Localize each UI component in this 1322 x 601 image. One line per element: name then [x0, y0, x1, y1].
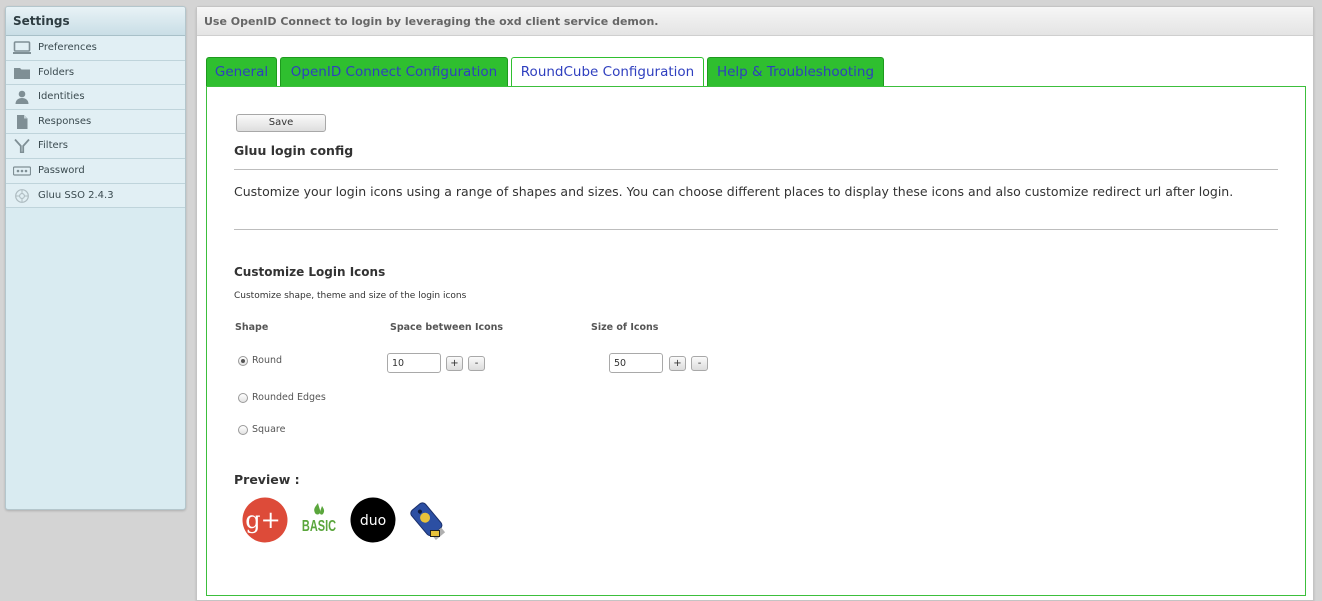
size-column-header: Size of Icons — [591, 322, 659, 333]
shape-option-label: Square — [252, 424, 286, 435]
icons-heading: Customize Login Icons — [234, 265, 386, 279]
sidebar-item-password[interactable]: Password — [6, 158, 185, 184]
radio-button[interactable] — [238, 392, 248, 403]
shape-option-round[interactable]: Round — [238, 355, 282, 369]
tab-openid-connect-configuration[interactable]: OpenID Connect Configuration — [280, 57, 508, 87]
basic-icon-text: BASIC — [302, 517, 336, 534]
divider — [234, 169, 1278, 170]
shape-option-rounded-edges[interactable]: Rounded Edges — [238, 392, 326, 406]
preview-label: Preview : — [234, 472, 300, 487]
sidebar-item-filters[interactable]: Filters — [6, 134, 185, 159]
shape-option-label: Round — [252, 355, 283, 366]
shape-option-label: Rounded Edges — [252, 392, 326, 403]
size-decrement-button[interactable]: - — [691, 356, 708, 371]
sidebar-item-label: Identities — [38, 91, 85, 103]
size-increment-button[interactable]: + — [669, 356, 686, 371]
main-panel: Use OpenID Connect to login by leveragin… — [196, 6, 1314, 601]
duo-icon: duo — [350, 497, 396, 543]
space-between-icons-input[interactable] — [387, 353, 441, 373]
sidebar-item-folders[interactable]: Folders — [6, 60, 185, 86]
filter-icon — [13, 139, 31, 154]
sidebar-item-label: Responses — [38, 115, 92, 127]
icon-size-input[interactable] — [609, 353, 663, 373]
sidebar-title: Settings — [6, 7, 185, 36]
google-plus-icon-text: g+ — [245, 506, 280, 534]
sidebar-item-gluu-sso[interactable]: Gluu SSO 2.4.3 — [6, 183, 185, 209]
sidebar-item-responses[interactable]: Responses — [6, 109, 185, 135]
sidebar-item-label: Preferences — [38, 42, 97, 53]
sidebar-item-label: Password — [38, 164, 85, 176]
sidebar-item-preferences[interactable]: Preferences — [6, 36, 185, 61]
sidebar-item-label: Folders — [38, 66, 75, 78]
folder-icon — [13, 66, 31, 80]
radio-button[interactable] — [238, 424, 248, 435]
shape-column-header: Shape — [235, 322, 269, 333]
space-decrement-button[interactable]: - — [468, 356, 485, 371]
sidebar-item-identities[interactable]: Identities — [6, 85, 185, 110]
config-description: Customize your login icons using a range… — [234, 184, 1234, 199]
u2f-key-icon — [410, 502, 446, 540]
person-icon — [13, 90, 31, 105]
duo-icon-text: duo — [360, 513, 386, 529]
password-icon — [13, 164, 31, 178]
icons-subheading: Customize shape, theme and size of the l… — [234, 291, 467, 301]
google-plus-icon: g+ — [242, 497, 288, 543]
page-description: Use OpenID Connect to login by leveragin… — [197, 7, 1313, 36]
divider — [234, 229, 1278, 230]
document-icon — [13, 114, 31, 129]
shape-option-square[interactable]: Square — [238, 424, 285, 438]
tab-content: Save Gluu login config Customize your lo… — [206, 86, 1306, 596]
save-button[interactable]: Save — [236, 114, 326, 132]
tab-help-troubleshooting[interactable]: Help & Troubleshooting — [707, 57, 884, 87]
tab-general[interactable]: General — [206, 57, 277, 87]
settings-sidebar: Settings Preferences Folders Identities … — [5, 6, 186, 510]
basic-icon: BASIC — [302, 503, 336, 535]
sidebar-item-label: Filters — [38, 140, 68, 152]
space-increment-button[interactable]: + — [446, 356, 463, 371]
sidebar-item-label: Gluu SSO 2.4.3 — [38, 189, 114, 201]
config-heading: Gluu login config — [234, 143, 354, 158]
gluu-icon — [13, 188, 31, 203]
space-column-header: Space between Icons — [390, 322, 504, 333]
tab-roundcube-configuration[interactable]: RoundCube Configuration — [511, 57, 704, 88]
radio-button[interactable] — [238, 355, 248, 366]
monitor-icon — [13, 41, 31, 55]
